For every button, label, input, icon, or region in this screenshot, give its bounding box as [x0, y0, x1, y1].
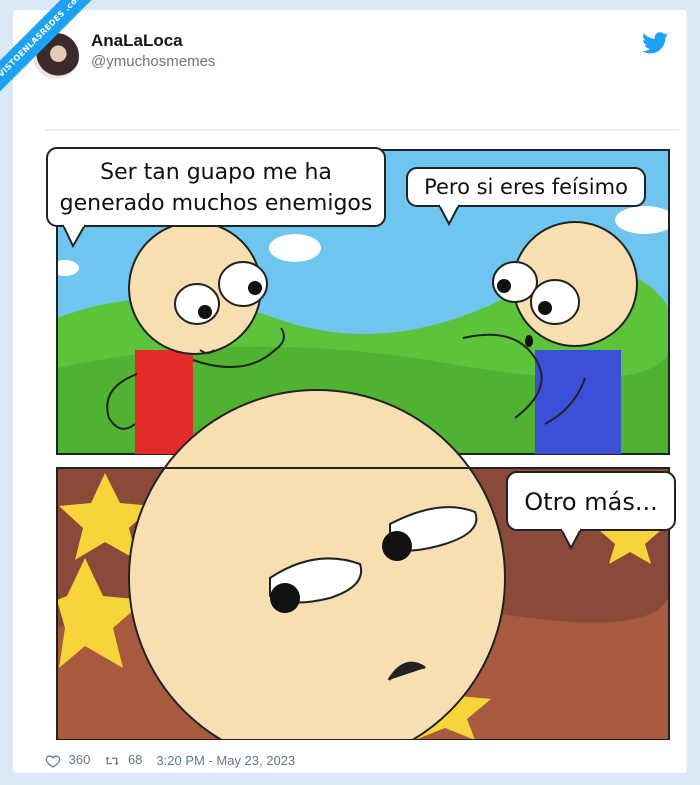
like-button[interactable]: 360 [45, 752, 90, 769]
tweet-timestamp[interactable]: 3:20 PM - May 23, 2023 [156, 753, 295, 768]
comic-image: Ser tan guapo me ha generado muchos enem… [45, 129, 679, 740]
watermark-text: VISTOENLASREDES .com [0, 0, 109, 103]
like-count: 360 [68, 752, 91, 767]
retweet-count: 68 [127, 752, 143, 767]
tweet-footer: 360 68 3:20 PM - May 23, 2023 [45, 752, 295, 769]
watermark-ribbon: VISTOENLASREDES .com [0, 0, 134, 134]
retweet-icon [105, 756, 119, 765]
heart-icon [45, 754, 61, 768]
bubble-left-line2: generado muchos enemigos [60, 191, 373, 216]
retweet-button[interactable]: 68 [104, 752, 142, 769]
bubble-left-line1: Ser tan guapo me ha [100, 160, 332, 185]
bubble-right-text: Pero si eres feísimo [424, 175, 628, 199]
bubble-panel2-text: Otro más... [524, 488, 657, 516]
twitter-bird-icon[interactable] [642, 32, 668, 54]
